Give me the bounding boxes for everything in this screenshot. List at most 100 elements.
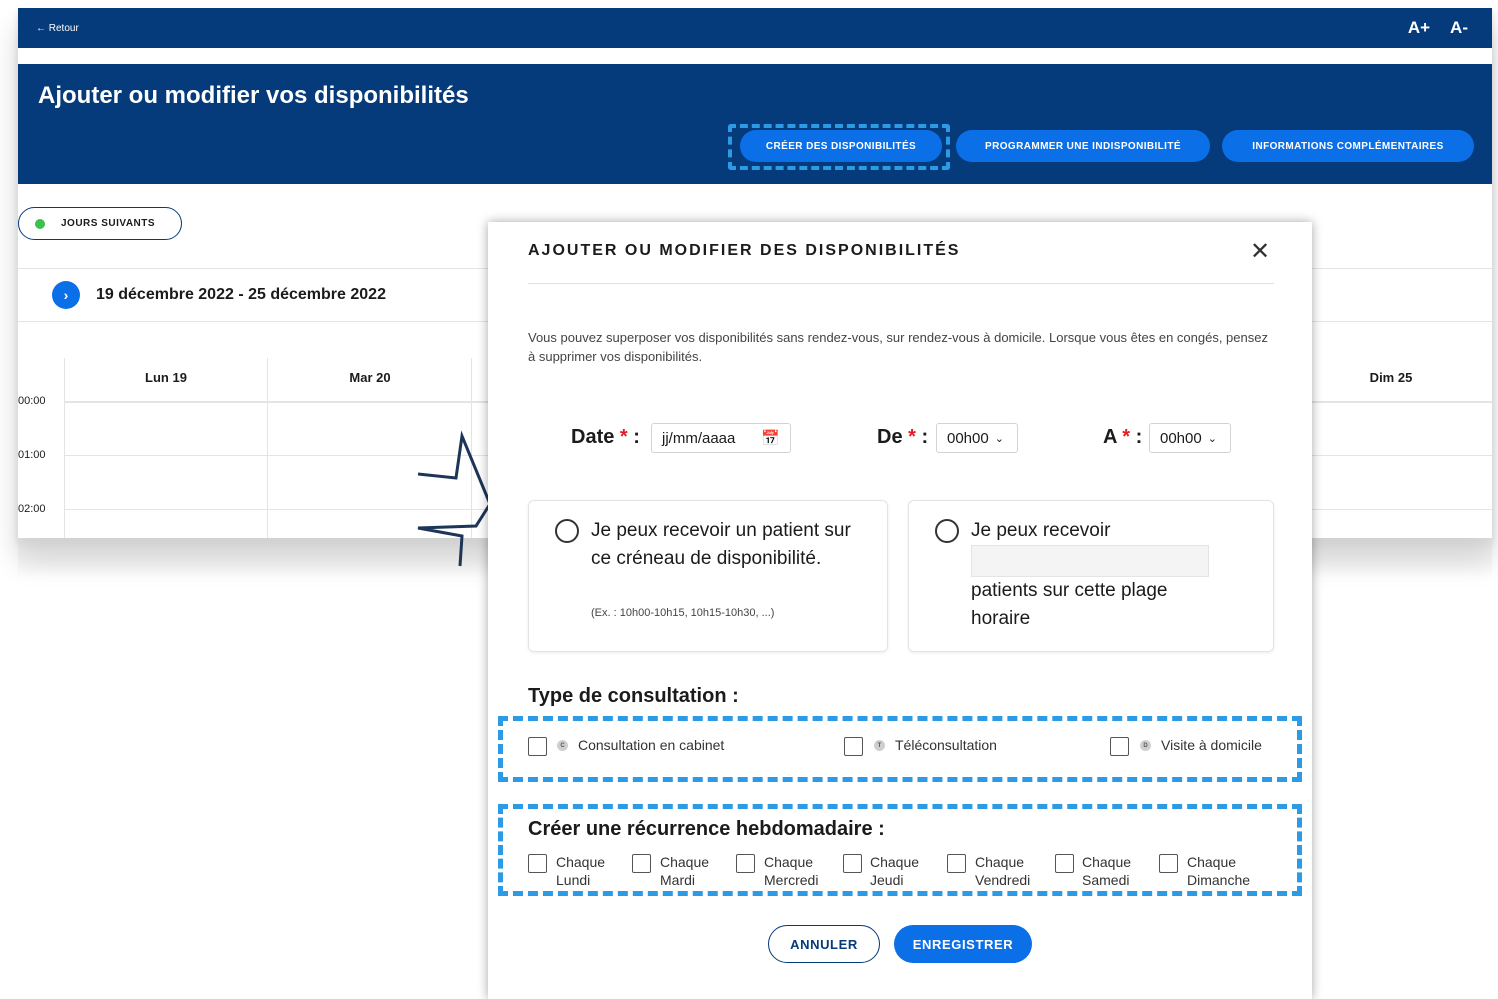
- save-button[interactable]: ENREGISTRER: [894, 925, 1032, 963]
- patient-count-input[interactable]: [971, 545, 1209, 577]
- date-placeholder: jj/mm/aaaa: [662, 429, 736, 447]
- wednesday-label: Chaque Mercredi: [764, 853, 818, 889]
- from-label-text: De: [877, 426, 903, 448]
- schedule-unavailability-button[interactable]: PROGRAMMER UNE INDISPONIBILITÉ: [956, 130, 1210, 162]
- to-label: A * :: [1103, 426, 1142, 449]
- friday-label: Chaque Vendredi: [975, 853, 1030, 889]
- more-info-button[interactable]: INFORMATIONS COMPLÉMENTAIRES: [1222, 130, 1474, 162]
- tuesday-line1: Chaque: [660, 854, 710, 870]
- from-time-select[interactable]: 00h00 ⌄: [936, 423, 1018, 453]
- next-days-label: JOURS SUIVANTS: [61, 218, 156, 229]
- font-size-controls: A+ A-: [1408, 18, 1468, 38]
- required-mark: *: [908, 426, 916, 448]
- required-mark: *: [619, 426, 628, 448]
- teleconsultation-label: Téléconsultation: [895, 737, 997, 753]
- day-header-mon: Lun 19: [145, 370, 187, 385]
- checkbox-teleconsultation[interactable]: [844, 737, 863, 756]
- to-time-select[interactable]: 00h00 ⌄: [1149, 423, 1231, 453]
- chevron-down-icon: ⌄: [994, 432, 1004, 445]
- single-patient-option[interactable]: Je peux recevoir un patient sur ce créne…: [528, 500, 888, 652]
- status-dot: [35, 218, 45, 229]
- dialog-title: AJOUTER OU MODIFIER DES DISPONIBILITÉS: [528, 242, 961, 259]
- cabinet-label: Consultation en cabinet: [578, 737, 725, 753]
- multi-patient-text-after: patients sur cette plage horaire: [971, 580, 1168, 629]
- create-availability-button[interactable]: CRÉER DES DISPONIBILITÉS: [740, 130, 942, 162]
- chevron-down-icon: ⌄: [1207, 432, 1217, 445]
- divider: [528, 283, 1274, 284]
- multi-patient-text-before: Je peux recevoir: [971, 520, 1111, 541]
- label-colon: :: [921, 426, 929, 448]
- font-decrease-button[interactable]: A-: [1450, 18, 1468, 38]
- next-week-button[interactable]: ›: [52, 281, 80, 309]
- thursday-line1: Chaque: [870, 854, 920, 870]
- date-label: Date * :: [571, 426, 640, 449]
- label-colon: :: [1135, 426, 1143, 448]
- back-link[interactable]: ← Retour: [36, 23, 79, 34]
- page-header: Ajouter ou modifier vos disponibilités C…: [18, 64, 1492, 184]
- to-time-value: 00h00: [1160, 429, 1202, 447]
- font-increase-button[interactable]: A+: [1408, 18, 1430, 38]
- home-visit-badge-icon: D: [1140, 740, 1151, 751]
- checkbox-saturday[interactable]: [1055, 854, 1074, 873]
- day-header-sun: Dim 25: [1369, 370, 1413, 385]
- thursday-label: Chaque Jeudi: [870, 853, 919, 889]
- wednesday-line2: Mercredi: [764, 872, 819, 888]
- saturday-line2: Samedi: [1082, 872, 1130, 888]
- home-visit-label: Visite à domicile: [1161, 737, 1262, 753]
- checkbox-friday[interactable]: [947, 854, 966, 873]
- monday-line1: Chaque: [556, 854, 606, 870]
- sunday-line2: Dimanche: [1187, 872, 1251, 888]
- top-bar: ← Retour A+ A-: [18, 8, 1492, 48]
- checkbox-home-visit[interactable]: [1110, 737, 1129, 756]
- next-days-button[interactable]: JOURS SUIVANTS: [18, 207, 182, 240]
- availability-dialog: AJOUTER OU MODIFIER DES DISPONIBILITÉS ✕…: [488, 222, 1312, 999]
- thursday-line2: Jeudi: [870, 872, 904, 888]
- to-label-text: A: [1103, 426, 1117, 448]
- single-patient-radio[interactable]: [555, 519, 579, 543]
- checkbox-cabinet[interactable]: [528, 737, 547, 756]
- label-colon: :: [633, 426, 640, 448]
- saturday-line1: Chaque: [1082, 854, 1132, 870]
- week-range: 19 décembre 2022 - 25 décembre 2022: [96, 286, 386, 303]
- day-header-tue: Mar 20: [349, 370, 391, 385]
- grid-divider: [64, 358, 65, 538]
- checkbox-monday[interactable]: [528, 854, 547, 873]
- cabinet-badge-icon: C: [557, 740, 568, 751]
- sunday-label: Chaque Dimanche: [1187, 853, 1250, 889]
- cancel-button[interactable]: ANNULER: [768, 925, 880, 963]
- hour-label: 00:00: [18, 395, 46, 407]
- hour-label: 02:00: [18, 503, 46, 515]
- checkbox-sunday[interactable]: [1159, 854, 1178, 873]
- grid-divider: [267, 358, 268, 538]
- wednesday-line1: Chaque: [764, 854, 814, 870]
- multi-patient-option[interactable]: Je peux recevoir patients sur cette plag…: [908, 500, 1274, 652]
- sunday-line1: Chaque: [1187, 854, 1237, 870]
- page-title: Ajouter ou modifier vos disponibilités: [38, 82, 469, 109]
- multi-patient-radio[interactable]: [935, 519, 959, 543]
- required-mark: *: [1122, 426, 1131, 448]
- chevron-right-icon: ›: [63, 287, 69, 303]
- tuesday-line2: Mardi: [660, 872, 696, 888]
- info-text: Vous pouvez superposer vos disponibilité…: [528, 330, 1268, 364]
- single-patient-text: Je peux recevoir un patient sur ce créne…: [591, 520, 851, 569]
- consultation-type-title: Type de consultation :: [528, 685, 739, 707]
- tuesday-label: Chaque Mardi: [660, 853, 709, 889]
- recurrence-title: Créer une récurrence hebdomadaire :: [528, 818, 885, 840]
- checkbox-thursday[interactable]: [843, 854, 862, 873]
- close-icon[interactable]: ✕: [1250, 240, 1270, 264]
- saturday-label: Chaque Samedi: [1082, 853, 1131, 889]
- checkbox-wednesday[interactable]: [736, 854, 755, 873]
- calendar-icon[interactable]: 📅: [761, 429, 780, 447]
- monday-label: Chaque Lundi: [556, 853, 605, 889]
- hour-label: 01:00: [18, 449, 46, 461]
- friday-line1: Chaque: [975, 854, 1025, 870]
- checkbox-tuesday[interactable]: [632, 854, 651, 873]
- monday-line2: Lundi: [556, 872, 591, 888]
- single-patient-example: (Ex. : 10h00-10h15, 10h15-10h30, ...): [591, 607, 775, 619]
- teleconsultation-badge-icon: T: [874, 740, 885, 751]
- from-label: De * :: [877, 426, 928, 449]
- friday-line2: Vendredi: [975, 872, 1031, 888]
- from-time-value: 00h00: [947, 429, 989, 447]
- date-input[interactable]: jj/mm/aaaa 📅: [651, 423, 791, 453]
- date-label-text: Date: [571, 426, 615, 448]
